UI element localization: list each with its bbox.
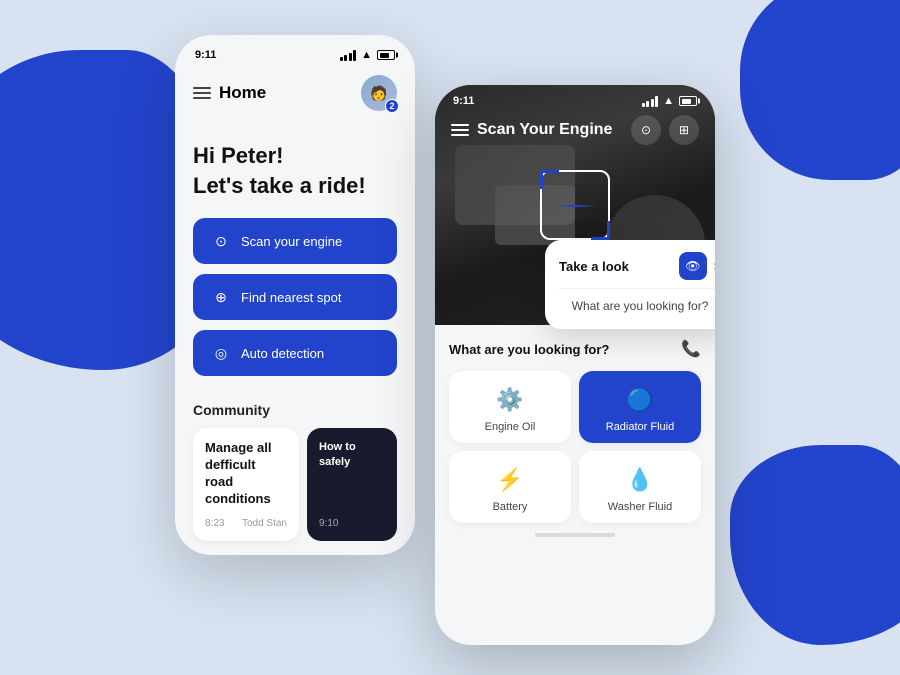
right-header-title: Scan Your Engine [477,121,612,139]
community-card-dark-text: How to safely [319,440,385,469]
wifi-icon: ▲ [361,49,372,61]
community-card-dark[interactable]: How to safely 9:10 [307,428,397,541]
left-header-title: Home [219,83,266,103]
greeting-line1: Hi Peter! [193,143,283,168]
scan-settings-icon-button[interactable]: ⊙ [631,115,661,145]
avatar[interactable]: 🧑 2 [361,75,397,111]
phone-icon: 📞 [681,339,701,359]
scan-square [540,170,610,240]
find-nearest-icon: ⊕ [211,287,231,307]
phone-right-bottom: What are you looking for? 📞 ⚙️ Engine Oi… [435,325,715,645]
engine-oil-label: Engine Oil [485,421,536,433]
auto-detection-button[interactable]: ◎ Auto detection [193,330,397,376]
right-header-left: Scan Your Engine [451,121,612,139]
community-card-white-time: 8:23 [205,518,224,529]
what-looking-row: What are you looking for? 📞 [449,339,701,359]
community-card-white-author: Todd Stan [242,518,287,529]
right-battery-icon [679,96,697,106]
tooltip-actions: 👁 × [679,252,715,280]
option-radiator-fluid[interactable]: 🔵 Radiator Fluid [579,371,701,443]
community-cards: Manage all defficult road conditions 8:2… [193,428,397,541]
phone-right: 9:11 ▲ [435,85,715,645]
right-hamburger-icon[interactable] [451,124,469,136]
option-battery[interactable]: ⚡ Battery [449,451,571,523]
bg-blob-right-bottom [730,445,900,645]
battery-icon [377,50,395,60]
radiator-fluid-icon: 🔵 [626,387,653,413]
right-header: Scan Your Engine ⊙ ⊞ [435,115,715,145]
tooltip-close-button[interactable]: × [713,259,715,273]
scan-engine-button[interactable]: ⊙ Scan your engine [193,218,397,264]
tooltip-question: What are you looking for? [559,295,715,317]
tooltip-title: Take a look [559,259,629,274]
community-card-white[interactable]: Manage all defficult road conditions 8:2… [193,428,299,541]
tooltip-popup: Take a look 👁 × What are you looking for… [545,240,715,329]
tooltip-header: Take a look 👁 × [559,252,715,280]
right-signal-icon [642,96,659,107]
tooltip-divider [559,288,715,289]
washer-fluid-label: Washer Fluid [608,501,672,513]
community-section: Community Manage all defficult road cond… [175,386,415,551]
option-engine-oil[interactable]: ⚙️ Engine Oil [449,371,571,443]
left-status-bar: 9:11 ▲ [175,35,415,67]
community-card-white-text: Manage all defficult road conditions [205,440,287,508]
grid-icon-button[interactable]: ⊞ [669,115,699,145]
what-looking-title: What are you looking for? [449,342,609,357]
battery-option-icon: ⚡ [496,467,523,493]
greeting-text: Hi Peter! Let's take a ride! [193,141,397,200]
option-washer-fluid[interactable]: 💧 Washer Fluid [579,451,701,523]
right-wifi-icon: ▲ [663,95,674,107]
signal-icon [340,50,357,61]
engine-oil-icon: ⚙️ [496,387,523,413]
phone-left: 9:11 ▲ Home 🧑 2 Hi [175,35,415,555]
battery-label: Battery [493,501,528,513]
auto-detection-label: Auto detection [241,346,324,361]
right-time: 9:11 [453,95,474,107]
bg-blob-right-top [740,0,900,180]
left-time: 9:11 [195,49,216,61]
right-status-bar: 9:11 ▲ [435,85,715,113]
greeting-line2: Let's take a ride! [193,173,366,198]
avatar-badge-count: 2 [385,99,399,113]
left-header: Home 🧑 2 [175,67,415,123]
tooltip-eye-button[interactable]: 👁 [679,252,707,280]
left-header-left: Home [193,83,266,103]
scan-engine-icon: ⊙ [211,231,231,251]
community-title: Community [193,402,397,418]
auto-detection-icon: ◎ [211,343,231,363]
right-header-icons: ⊙ ⊞ [631,115,699,145]
hamburger-icon[interactable] [193,87,211,99]
find-nearest-button[interactable]: ⊕ Find nearest spot [193,274,397,320]
radiator-fluid-label: Radiator Fluid [606,421,674,433]
greeting-section: Hi Peter! Let's take a ride! [175,123,415,218]
community-card-dark-time: 9:10 [319,518,385,529]
community-card-white-meta: 8:23 Todd Stan [205,518,287,529]
home-indicator-right [535,533,615,537]
options-grid: ⚙️ Engine Oil 🔵 Radiator Fluid ⚡ Battery… [449,371,701,523]
washer-fluid-icon: 💧 [626,467,653,493]
find-nearest-label: Find nearest spot [241,290,341,305]
scan-engine-label: Scan your engine [241,234,342,249]
scan-line [552,205,598,207]
